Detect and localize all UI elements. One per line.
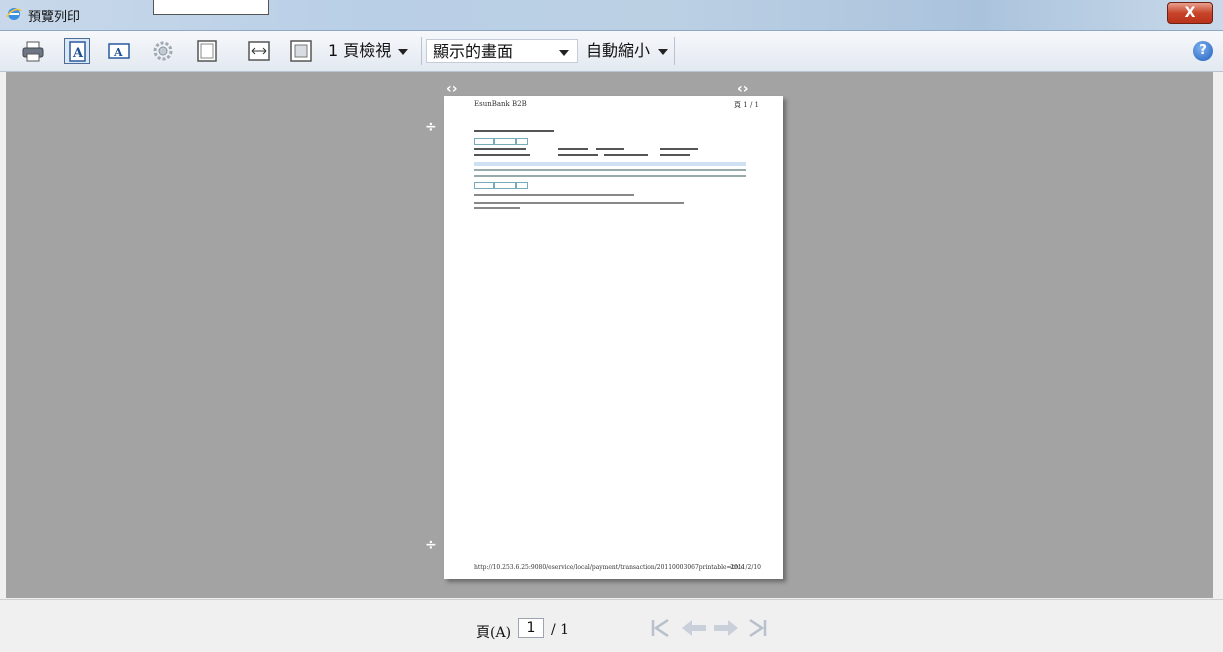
print-what-value: 顯示的畫面 (433, 42, 514, 61)
next-page-button[interactable] (712, 616, 740, 640)
window-title: 預覽列印 (28, 10, 81, 25)
svg-text:A: A (72, 46, 84, 61)
title-overlay-box (153, 0, 269, 15)
view-mode-dropdown[interactable]: 1 頁檢視 (322, 39, 416, 63)
close-button[interactable]: X (1167, 2, 1213, 24)
header-footer-icon (197, 40, 217, 62)
print-what-dropdown[interactable]: 顯示的畫面 (426, 39, 578, 63)
page-footer-date: 2011/2/10 (730, 564, 761, 571)
previous-page-button[interactable] (680, 616, 708, 640)
page-navigation-bar: 頁(A) 1 / 1 (0, 599, 1223, 652)
page-footer-url: http://10.253.6.25:9080/eservice/local/p… (474, 564, 745, 571)
last-page-icon (749, 618, 767, 638)
page-header-left: EsunBank B2B (474, 100, 527, 108)
full-page-icon (290, 40, 312, 62)
left-margin-handle[interactable]: ‹› (446, 82, 458, 96)
title-bar: 預覽列印 X (0, 0, 1223, 31)
bottom-margin-handle[interactable]: ÷ (425, 538, 437, 552)
print-icon (22, 41, 44, 62)
toolbar-separator (674, 37, 675, 65)
full-width-button[interactable] (246, 38, 272, 64)
portrait-icon: A (69, 41, 86, 62)
arrow-right-icon (714, 620, 738, 636)
first-page-icon (651, 618, 669, 638)
help-button[interactable]: ? (1193, 41, 1213, 61)
page-label: 頁(A) (476, 625, 512, 641)
toolbar-separator (421, 37, 422, 65)
page-header-right: 頁 1 / 1 (734, 101, 759, 109)
gear-icon (153, 41, 173, 61)
print-button[interactable] (20, 38, 46, 64)
first-page-button[interactable] (648, 616, 672, 640)
chevron-down-icon (398, 49, 408, 55)
chevron-down-icon (559, 50, 569, 56)
page-number-input[interactable]: 1 (518, 618, 544, 638)
portrait-button[interactable]: A (64, 38, 90, 64)
page-total: / 1 (551, 622, 570, 638)
page-setup-button[interactable] (150, 38, 176, 64)
last-page-button[interactable] (746, 616, 770, 640)
svg-text:A: A (113, 46, 123, 59)
full-width-icon (248, 41, 270, 61)
zoom-dropdown[interactable]: 自動縮小 (580, 39, 672, 63)
full-page-button[interactable] (288, 38, 314, 64)
internet-explorer-icon (6, 8, 22, 20)
chevron-down-icon (658, 49, 668, 55)
preview-area: ‹› ‹› ÷ ÷ EsunBank B2B 頁 1 / 1 http://10… (6, 72, 1213, 598)
right-margin-handle[interactable]: ‹› (737, 82, 749, 96)
zoom-value: 自動縮小 (586, 41, 651, 60)
view-mode-value: 1 頁檢視 (328, 41, 392, 60)
top-margin-handle[interactable]: ÷ (425, 120, 437, 134)
landscape-icon: A (108, 43, 130, 59)
preview-page: EsunBank B2B 頁 1 / 1 http://10.253.6.25:… (444, 96, 783, 579)
landscape-button[interactable]: A (106, 38, 132, 64)
arrow-left-icon (682, 620, 706, 636)
toolbar: A A 1 頁檢視 顯示的畫面 自動縮小 ? (0, 31, 1223, 72)
header-footer-button[interactable] (194, 38, 220, 64)
